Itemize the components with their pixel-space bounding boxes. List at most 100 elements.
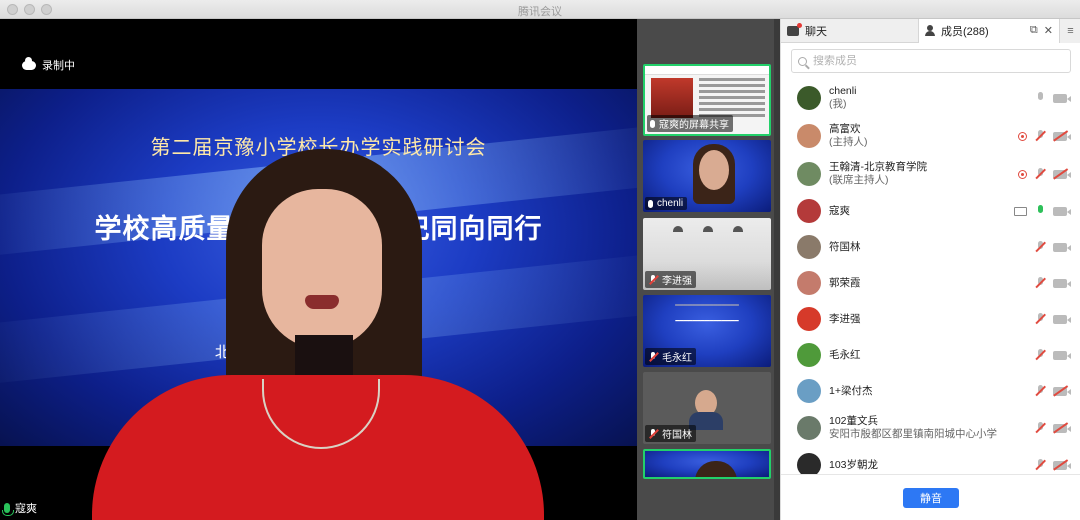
camera-icon[interactable] xyxy=(1053,350,1071,360)
member-name: 高富欢 xyxy=(829,123,861,135)
member-row[interactable]: 李进强 xyxy=(781,301,1080,337)
mic-muted-icon[interactable] xyxy=(1035,277,1045,289)
member-row[interactable]: 符国林 xyxy=(781,229,1080,265)
member-name: chenli xyxy=(829,85,857,97)
member-name-block: 郭荣霞 xyxy=(829,277,861,290)
search-input[interactable] xyxy=(813,55,1053,67)
mic-muted-icon[interactable] xyxy=(1035,168,1045,180)
tab-chat[interactable]: 聊天 xyxy=(781,19,919,43)
mic-icon xyxy=(648,199,653,208)
thumbnail-name: 毛永红 xyxy=(662,353,692,364)
camera-off-icon[interactable] xyxy=(1053,460,1071,470)
avatar xyxy=(797,124,821,148)
doc-header xyxy=(645,66,769,75)
tab-members-label: 成员(288) xyxy=(941,25,989,38)
mic-muted-icon[interactable] xyxy=(1035,241,1045,253)
thumbnail-label: 毛永红 xyxy=(645,348,696,365)
camera-icon[interactable] xyxy=(1053,206,1071,216)
mic-icon[interactable] xyxy=(1035,92,1045,104)
camera-off-icon[interactable] xyxy=(1053,386,1071,396)
popout-icon[interactable]: ⧉ xyxy=(1030,24,1038,37)
thumbnail-screen-share[interactable]: 寇爽的屏幕共享 xyxy=(643,64,771,136)
thumbnail-partial[interactable] xyxy=(643,449,771,479)
camera-off-icon[interactable] xyxy=(1053,423,1071,433)
slide-backdrop: 第二届京豫小学校长办学实践研讨会 学校高质量发展：校长书记同向同行 北京教育学院… xyxy=(0,89,637,446)
thumb-slide-line: ═══════════════ xyxy=(675,303,739,309)
camera-off-icon[interactable] xyxy=(1053,131,1071,141)
thumbnail-li-jinqiang[interactable]: 李进强 xyxy=(643,218,771,290)
panel-menu-icon[interactable]: ≡ xyxy=(1059,19,1080,43)
camera-icon[interactable] xyxy=(1053,314,1071,324)
member-status-icons xyxy=(1035,385,1071,397)
panel-tabs: 聊天 成员(288) ⧉ ✕ ≡ xyxy=(781,19,1080,43)
avatar xyxy=(797,235,821,259)
thumbnail-column: 寇爽的屏幕共享 chenli 李进强 ═══════════════ ━━━━━… xyxy=(637,19,780,520)
member-row[interactable]: 102董文兵 安阳市殷都区都里镇南阳城中心小学 xyxy=(781,409,1080,447)
main-speaker-name: 寇爽 xyxy=(15,503,37,515)
thumbnail-mao-yonghong[interactable]: ═══════════════ ━━━━━━━━━━━━━━━ 毛永红 xyxy=(643,295,771,367)
thumbnail-name: 李进强 xyxy=(662,276,692,287)
member-row[interactable]: 毛永红 xyxy=(781,337,1080,373)
member-row[interactable]: 寇爽 xyxy=(781,193,1080,229)
mic-muted-icon[interactable] xyxy=(1035,459,1045,471)
side-panel: 聊天 成员(288) ⧉ ✕ ≡ chenli(我) 高富欢(主持人) 王翰清-北京… xyxy=(780,19,1080,520)
mic-muted-icon[interactable] xyxy=(1035,422,1045,434)
member-name: 李进强 xyxy=(829,312,861,325)
member-name: 王翰清-北京教育学院 xyxy=(829,161,927,173)
thumbnail-name: 符国林 xyxy=(662,430,692,441)
thumbnail-chenli[interactable]: chenli xyxy=(643,140,771,212)
camera-off-icon[interactable] xyxy=(1053,169,1071,179)
slide-line-1: 第二届京豫小学校长办学实践研讨会 xyxy=(150,135,487,159)
members-list[interactable]: chenli (我) 高富欢 (主持人) 王翰清-北京教育学院 (联席主持人) 寇爽 符国林郭… xyxy=(781,79,1080,474)
member-row[interactable]: 王翰清-北京教育学院 (联席主持人) xyxy=(781,155,1080,193)
thumbnail-label: 李进强 xyxy=(645,271,696,288)
avatar xyxy=(797,453,821,474)
mic-muted-icon[interactable] xyxy=(1035,313,1045,325)
mic-icon[interactable] xyxy=(1035,205,1045,217)
thumbnail-label: 符国林 xyxy=(645,425,696,442)
member-name-block: 102董文兵 安阳市殷都区都里镇南阳城中心小学 xyxy=(829,415,997,441)
thumbnail-label: 寇爽的屏幕共享 xyxy=(647,115,733,132)
member-name: 符国林 xyxy=(829,240,861,253)
recording-icon xyxy=(1018,169,1027,179)
member-row[interactable]: 郭荣霞 xyxy=(781,265,1080,301)
thumbnail-name: chenli xyxy=(657,198,684,209)
member-row[interactable]: 高富欢 (主持人) xyxy=(781,117,1080,155)
avatar xyxy=(797,343,821,367)
member-status-icons xyxy=(1018,130,1071,142)
lamp xyxy=(703,226,713,232)
tab-members[interactable]: 成员(288) ⧉ ✕ ≡ xyxy=(919,19,1080,43)
mic-muted-icon xyxy=(648,274,658,285)
thumbnail-fu-guolin[interactable]: 符国林 xyxy=(643,372,771,444)
avatar xyxy=(797,162,821,186)
camera-icon[interactable] xyxy=(1053,242,1071,252)
member-status-icons xyxy=(1014,205,1071,217)
member-row[interactable]: chenli (我) xyxy=(781,79,1080,117)
member-name: 103岁朝龙 xyxy=(829,458,879,471)
member-role: (联席主持人) xyxy=(829,174,889,186)
member-name-block: 寇爽 xyxy=(829,205,850,218)
avatar xyxy=(797,307,821,331)
camera-icon[interactable] xyxy=(1053,93,1071,103)
member-row[interactable]: 1+梁付杰 xyxy=(781,373,1080,409)
member-status-icons xyxy=(1018,168,1071,180)
mute-all-button[interactable]: 静音 xyxy=(903,487,959,508)
mic-muted-icon[interactable] xyxy=(1035,349,1045,361)
avatar xyxy=(797,271,821,295)
mic-muted-icon[interactable] xyxy=(1035,130,1045,142)
member-row[interactable]: 103岁朝龙 xyxy=(781,447,1080,474)
camera-icon[interactable] xyxy=(1053,278,1071,288)
mic-muted-icon[interactable] xyxy=(1035,385,1045,397)
avatar xyxy=(797,416,821,440)
member-status-icons xyxy=(1035,241,1071,253)
member-status-icons xyxy=(1035,313,1071,325)
screen-share-icon xyxy=(1014,206,1027,216)
tab-actions: ⧉ ✕ xyxy=(1030,24,1053,37)
title-bar: 腾讯会议 xyxy=(0,0,1080,19)
slide-line-3: 北京教育学院 · 校长办公室 xyxy=(214,343,423,361)
member-search xyxy=(791,49,1071,73)
member-name-block: 毛永红 xyxy=(829,349,861,362)
main-video[interactable]: 录制中 第二届京豫小学校长办学实践研讨会 学校高质量发展：校长书记同向同行 北京… xyxy=(0,19,637,520)
close-icon[interactable]: ✕ xyxy=(1044,24,1053,37)
avatar xyxy=(797,86,821,110)
